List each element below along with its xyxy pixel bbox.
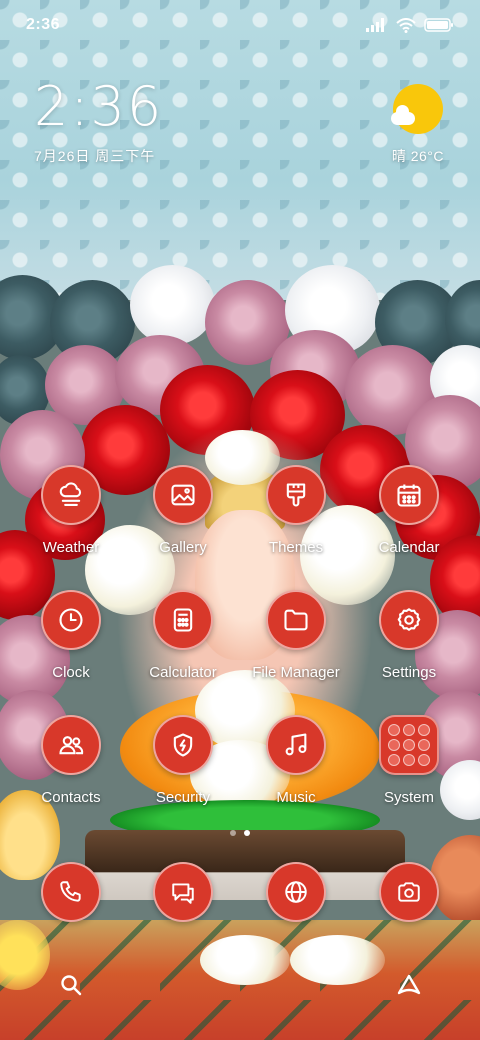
weather-icon — [41, 465, 101, 525]
status-bar: 2:36 — [0, 0, 480, 50]
dock-messages[interactable] — [153, 862, 213, 922]
app-security[interactable]: Security — [128, 715, 238, 806]
shield-icon — [153, 715, 213, 775]
app-themes[interactable]: Themes — [241, 465, 351, 556]
search-icon[interactable] — [56, 970, 86, 1000]
app-label: Themes — [268, 539, 324, 556]
app-weather[interactable]: Weather — [16, 465, 126, 556]
bottom-bar — [0, 960, 480, 1010]
app-calculator[interactable]: Calculator — [128, 590, 238, 681]
weather-widget[interactable]: 晴 26°C — [390, 84, 444, 166]
calendar-icon — [379, 465, 439, 525]
app-label: Gallery — [159, 539, 207, 556]
music-icon — [266, 715, 326, 775]
app-music[interactable]: Music — [241, 715, 351, 806]
app-contacts[interactable]: Contacts — [16, 715, 126, 806]
app-label: Weather — [42, 539, 100, 556]
status-time: 2:36 — [26, 16, 61, 33]
widget-clock-time: 2:36 — [34, 75, 164, 138]
app-label: Calculator — [149, 664, 217, 681]
clock-widget[interactable]: 2:36 7月26日 周三下午 — [34, 80, 163, 166]
app-label: Calendar — [378, 539, 440, 556]
page-dot-active[interactable] — [244, 830, 250, 836]
app-label: System — [383, 789, 434, 806]
dock-phone[interactable] — [41, 862, 101, 922]
page-indicator[interactable] — [0, 830, 480, 836]
status-icons — [366, 17, 454, 33]
app-label: Music — [276, 789, 316, 806]
app-label: File Manager — [252, 664, 340, 681]
app-label: Security — [155, 789, 211, 806]
sun-cloud-icon — [390, 84, 443, 134]
signal-icon — [366, 18, 384, 32]
browser-icon — [266, 862, 326, 922]
app-label: Contacts — [41, 789, 101, 806]
gear-icon — [379, 590, 439, 650]
app-clock[interactable]: Clock — [16, 590, 126, 681]
themes-icon — [266, 465, 326, 525]
weather-text: 晴 26°C — [391, 148, 444, 164]
clock-icon — [41, 590, 101, 650]
calculator-icon — [153, 590, 213, 650]
camera-icon — [379, 862, 439, 922]
contacts-icon — [41, 715, 101, 775]
app-label: Settings — [381, 664, 437, 681]
app-calendar[interactable]: Calendar — [354, 465, 464, 556]
dock-browser[interactable] — [266, 862, 326, 922]
dock-camera[interactable] — [379, 862, 439, 922]
app-folder-system[interactable]: System — [354, 715, 464, 806]
wifi-icon — [396, 17, 416, 33]
page-dot[interactable] — [230, 830, 236, 836]
app-settings[interactable]: Settings — [354, 590, 464, 681]
messages-icon — [153, 862, 213, 922]
folder-icon — [266, 590, 326, 650]
folder-grid-icon — [379, 715, 439, 775]
assistant-icon[interactable] — [394, 970, 424, 1000]
app-gallery[interactable]: Gallery — [128, 465, 238, 556]
app-label: Clock — [52, 664, 90, 681]
gallery-icon — [153, 465, 213, 525]
battery-icon — [424, 18, 453, 32]
widget-clock-date: 7月26日 周三下午 — [34, 148, 156, 164]
app-file-manager[interactable]: File Manager — [241, 590, 351, 681]
phone-icon — [41, 862, 101, 922]
